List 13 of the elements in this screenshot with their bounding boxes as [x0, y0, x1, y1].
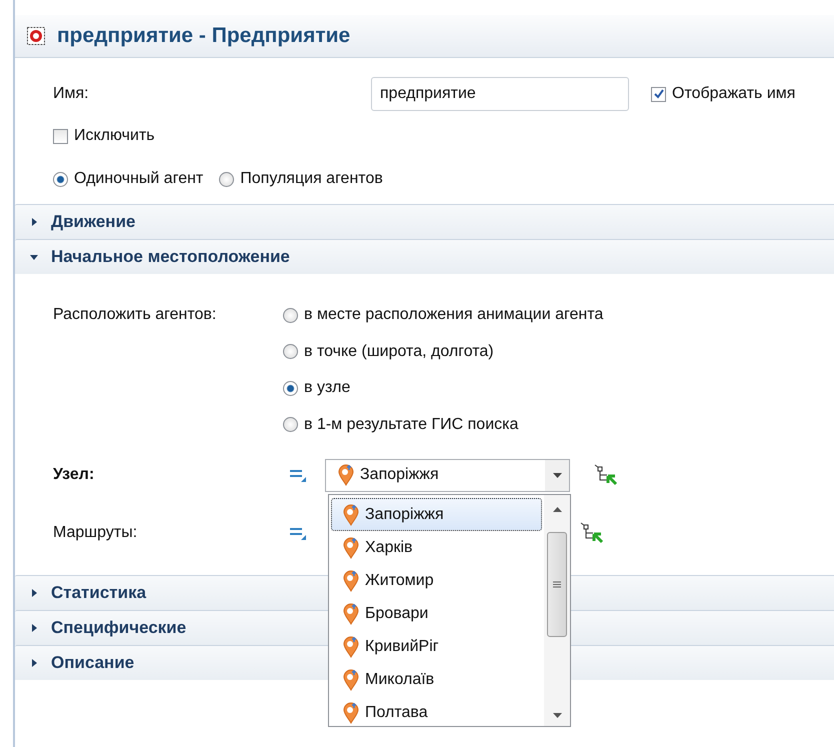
radio-label: в месте расположения анимации агента — [304, 306, 604, 324]
field-label: Узел: — [53, 466, 96, 484]
checkbox-label: Отображать имя — [672, 85, 796, 103]
window-title: предприятие - Предприятие — [57, 24, 350, 48]
field-label: Имя: — [53, 85, 90, 103]
radio-label: в 1-м результате ГИС поиска — [304, 416, 518, 434]
radio-label: Одиночный агент — [74, 170, 204, 188]
field-label: Расположить агентов: — [53, 305, 218, 325]
radio-label: Популяция агентов — [240, 170, 383, 188]
radio-label: в узле — [304, 379, 350, 398]
checkbox-label: Исключить — [74, 127, 155, 145]
field-label: Маршруты: — [53, 524, 138, 542]
radio-label: в точке (широта, долгота) — [304, 342, 494, 361]
